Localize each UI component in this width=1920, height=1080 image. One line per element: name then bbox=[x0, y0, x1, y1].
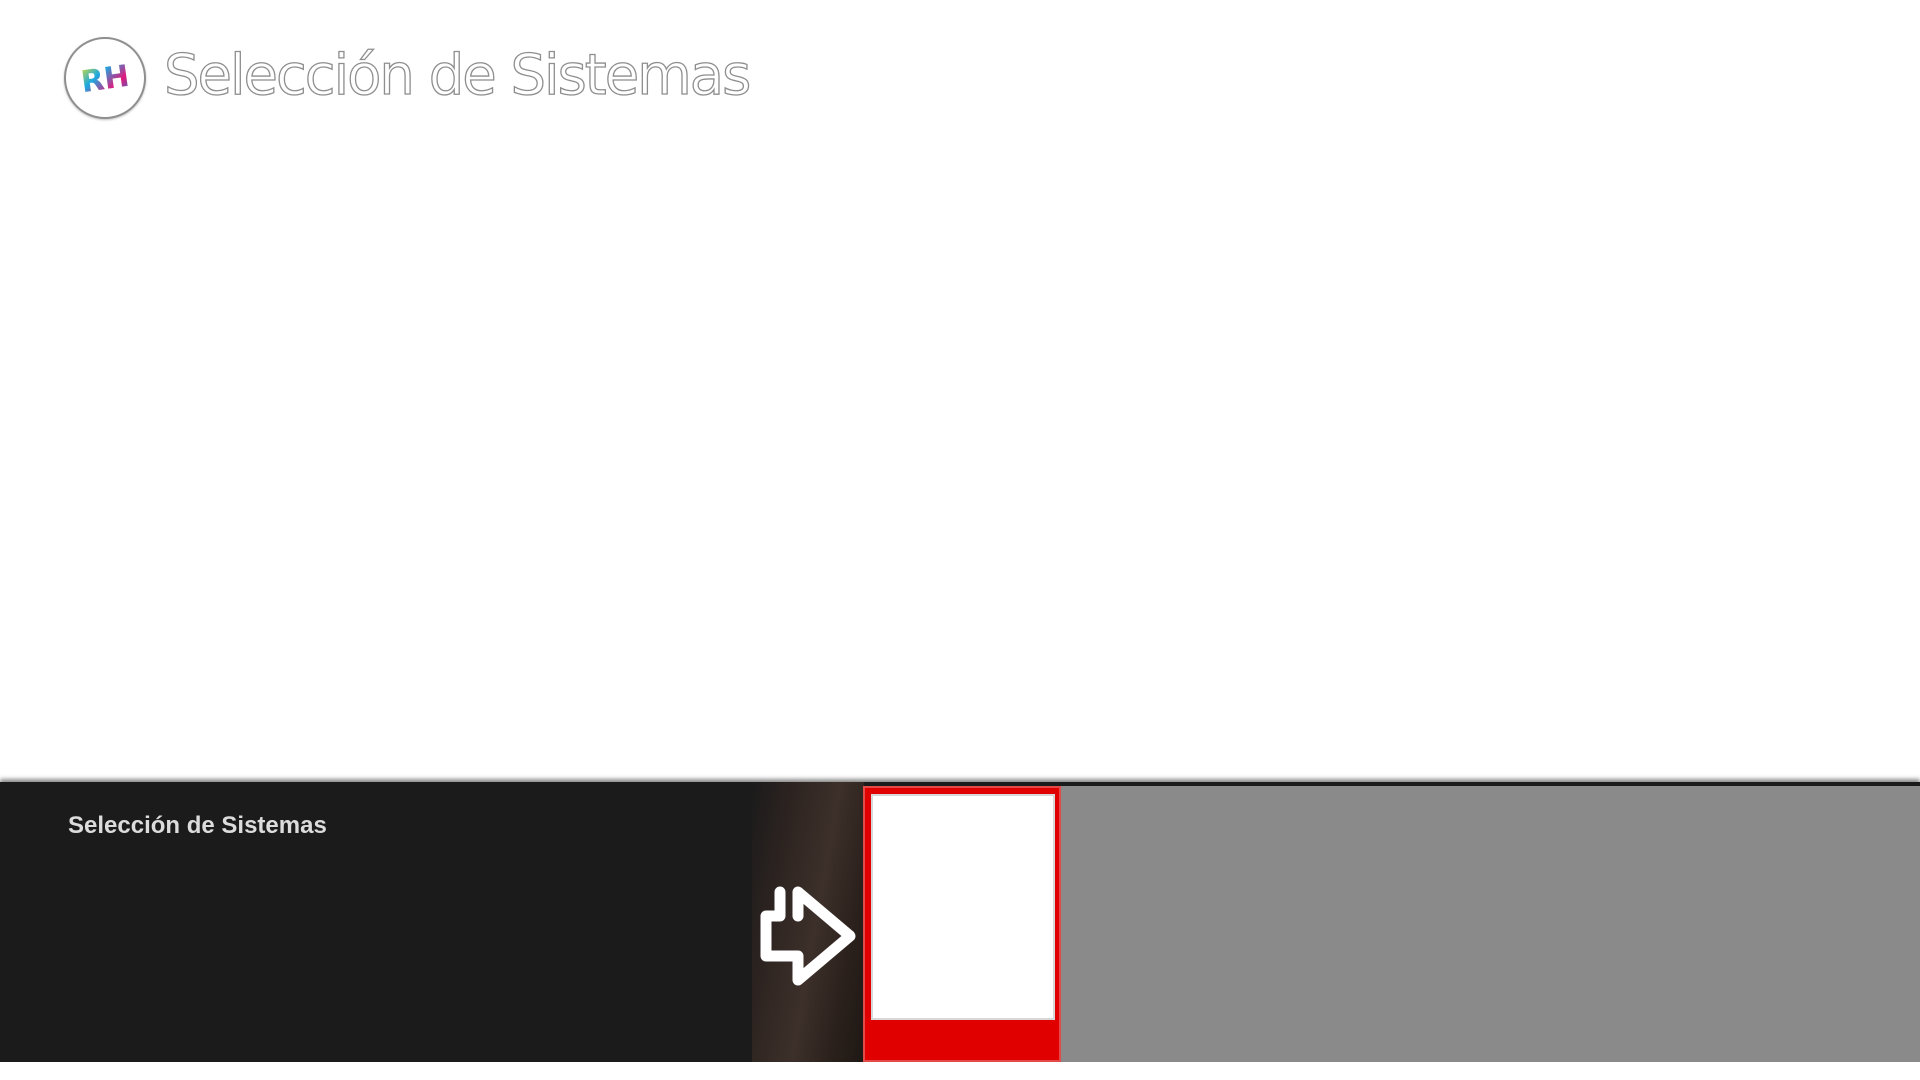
bar-title: Selección de Sistemas bbox=[68, 812, 327, 839]
page-title: Selección de Sistemas bbox=[163, 42, 752, 108]
bottom-margin bbox=[0, 1062, 1920, 1080]
selected-system-tile[interactable] bbox=[863, 786, 1061, 1062]
svg-text:RH: RH bbox=[79, 59, 132, 100]
system-selection-bar: Selección de Sistemas bbox=[0, 782, 1920, 1062]
arrow-right-icon[interactable] bbox=[760, 868, 860, 992]
header: RH Selección de Sistemas bbox=[0, 0, 1920, 150]
rh-logo-icon: RH bbox=[64, 37, 146, 119]
system-tile-image bbox=[871, 794, 1055, 1020]
system-list-panel bbox=[1061, 786, 1920, 1062]
